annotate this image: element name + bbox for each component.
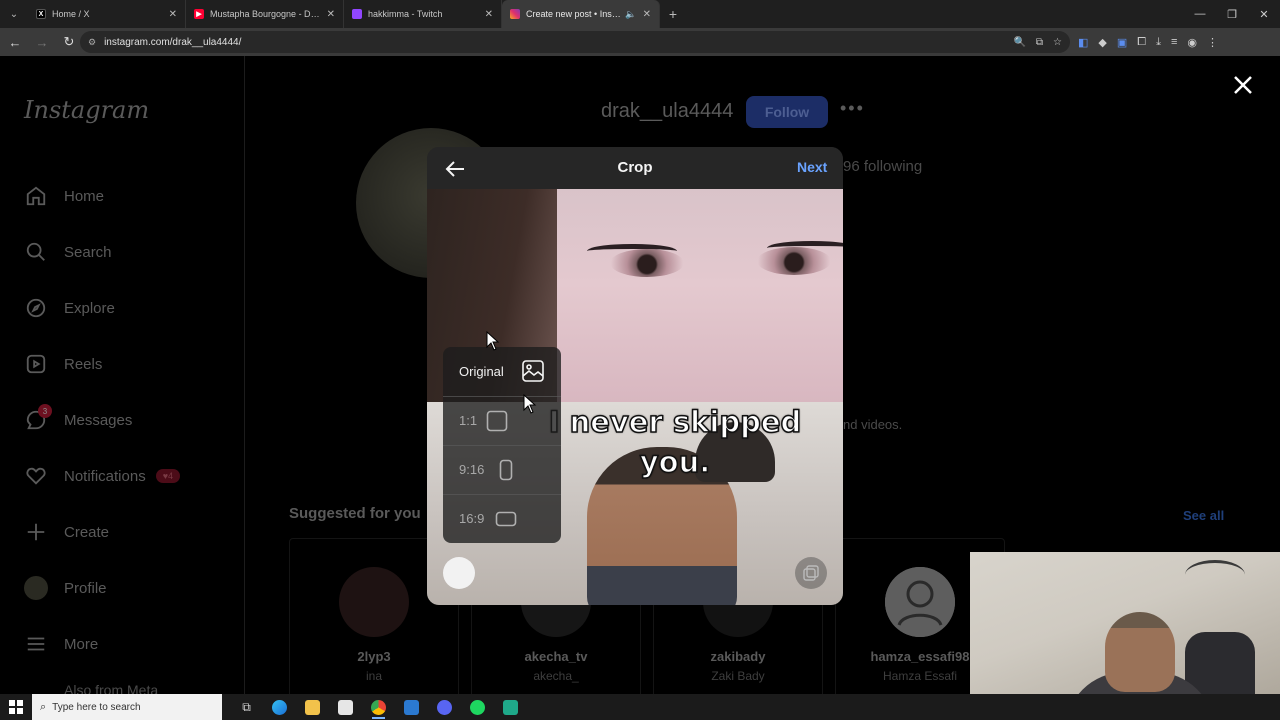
profile-icon[interactable]: ◉ [1187, 36, 1197, 49]
windows-taskbar: ⌕ Type here to search ⧉ [0, 694, 1280, 720]
ratio-option-1-1[interactable]: 1:1 [443, 396, 561, 445]
discord-icon[interactable] [428, 694, 461, 720]
site-info-icon[interactable]: ⚙ [88, 37, 96, 48]
image-icon [521, 359, 545, 386]
reload-icon[interactable]: ↻ [57, 30, 81, 54]
ratio-label: Original [459, 364, 504, 379]
instagram-icon [510, 9, 520, 19]
mouse-cursor-icon [523, 393, 537, 414]
tab-search-button[interactable]: ⌄ [0, 0, 28, 28]
browser-tab[interactable]: X Home / X ✕ [28, 0, 186, 28]
app-icon[interactable] [494, 694, 527, 720]
store-icon[interactable] [329, 694, 362, 720]
extension-icon[interactable]: ▣ [1117, 36, 1127, 49]
dialog-header: Crop Next [427, 147, 843, 189]
taskbar-search-input[interactable]: ⌕ Type here to search [32, 694, 222, 720]
tab-title: hakkimma - Twitch [368, 9, 443, 19]
address-bar[interactable]: ⚙ instagram.com/drak__ula4444/ 🔍 ⧉ ☆ [80, 31, 1070, 53]
x-logo-icon: X [36, 9, 46, 19]
portrait-icon [499, 459, 513, 484]
extension-icon[interactable]: ◆ [1098, 36, 1106, 49]
search-icon: ⌕ [40, 700, 47, 713]
next-button[interactable]: Next [797, 159, 827, 175]
bookmark-star-icon[interactable]: ☆ [1053, 37, 1062, 48]
download-icon[interactable]: ⤓ [1156, 36, 1161, 49]
browser-tab-active[interactable]: Create new post • Instagram 🔈 ✕ [502, 0, 660, 28]
ratio-option-original[interactable]: Original [443, 347, 561, 396]
twitch-icon [352, 9, 362, 19]
multiple-images-icon [803, 565, 819, 581]
post-preview-image[interactable]: I never skipped you. Original 1:1 9:16 1… [427, 189, 843, 605]
speaker-icon[interactable]: 🔈 [625, 9, 636, 20]
ratio-label: 9:16 [459, 462, 485, 477]
create-post-crop-dialog: Crop Next I never skipped you. Original [427, 147, 843, 605]
taskbar-search-placeholder: Type here to search [52, 701, 141, 713]
browser-tab[interactable]: hakkimma - Twitch ✕ [344, 0, 502, 28]
browser-toolbar: ← → ↻ ⚙ instagram.com/drak__ula4444/ 🔍 ⧉… [0, 28, 1280, 56]
forward-icon[interactable]: → [30, 30, 54, 54]
tab-close-icon[interactable]: ✕ [327, 9, 335, 20]
aspect-ratio-menu: Original 1:1 9:16 16:9 [443, 347, 561, 543]
restore-icon[interactable]: ❐ [1216, 0, 1248, 28]
browser-tab-bar: ⌄ X Home / X ✕ ▶ Mustapha Bourgogne - Di… [0, 0, 1280, 28]
extensions-area: ◧ ◆ ▣ ⧠ ⤓ ≡ ◉ ⋮ [1078, 28, 1218, 56]
browser-tab[interactable]: ▶ Mustapha Bourgogne - Dima M ✕ [186, 0, 344, 28]
close-icon[interactable] [1230, 72, 1256, 98]
windows-start-icon[interactable] [0, 694, 32, 720]
media-control-icon[interactable]: ≡ [1171, 36, 1177, 48]
youtube-icon: ▶ [194, 9, 204, 19]
task-view-icon[interactable]: ⧉ [230, 694, 263, 720]
ratio-label: 1:1 [459, 413, 478, 428]
ratio-option-16-9[interactable]: 16:9 [443, 494, 561, 543]
window-controls: — ❐ ✕ [1184, 0, 1280, 28]
kebab-menu-icon[interactable]: ⋮ [1207, 36, 1218, 49]
puzzle-icon[interactable]: ⧠ [1137, 36, 1146, 49]
tab-close-icon[interactable]: ✕ [643, 9, 651, 20]
crop-toggle-button[interactable] [443, 557, 475, 589]
minimize-icon[interactable]: — [1184, 0, 1216, 28]
spotify-icon[interactable] [461, 694, 494, 720]
zoom-icon[interactable]: 🔍 [1013, 37, 1025, 48]
back-icon[interactable]: ← [3, 30, 27, 54]
ratio-option-9-16[interactable]: 9:16 [443, 445, 561, 494]
ratio-label: 16:9 [459, 511, 485, 526]
translate-icon[interactable]: ◧ [1078, 36, 1088, 49]
tab-close-icon[interactable]: ✕ [169, 9, 177, 20]
mail-icon[interactable] [395, 694, 428, 720]
url-text: instagram.com/drak__ula4444/ [104, 36, 242, 48]
file-explorer-icon[interactable] [296, 694, 329, 720]
dialog-title: Crop [617, 159, 653, 176]
select-multiple-button[interactable] [795, 557, 827, 589]
tab-title: Home / X [52, 9, 90, 19]
tab-title: Mustapha Bourgogne - Dima M [210, 9, 321, 19]
tab-title: Create new post • Instagram [526, 9, 621, 19]
close-window-icon[interactable]: ✕ [1248, 0, 1280, 28]
new-tab-button[interactable]: + [660, 6, 686, 22]
cast-icon[interactable]: ⧉ [1036, 37, 1043, 48]
mouse-cursor-icon [486, 330, 500, 351]
tab-close-icon[interactable]: ✕ [485, 9, 493, 20]
landscape-icon [495, 511, 517, 530]
edge-icon[interactable] [263, 694, 296, 720]
square-icon [486, 410, 508, 435]
chrome-icon[interactable] [362, 694, 395, 720]
taskbar-apps: ⧉ [230, 694, 527, 720]
